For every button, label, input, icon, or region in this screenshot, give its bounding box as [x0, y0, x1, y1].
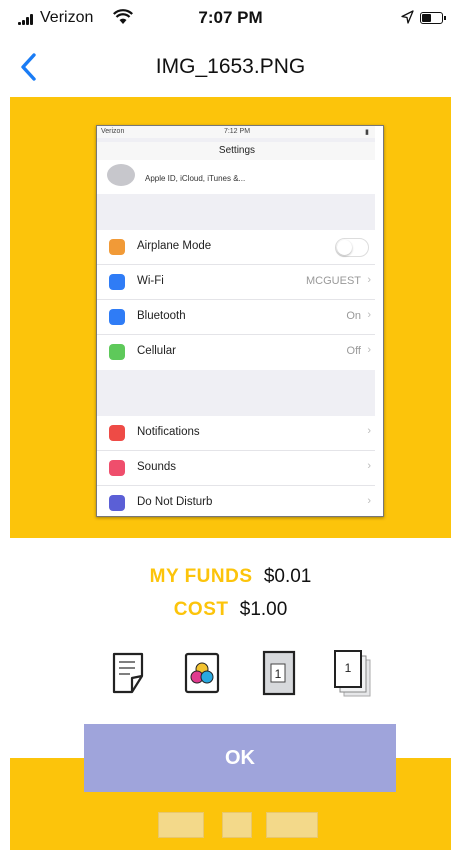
cost-line: COST $1.00	[0, 599, 461, 629]
settings-row: Airplane Mode	[97, 230, 377, 265]
thumbnail-strip	[158, 812, 318, 838]
settings-row: Wi-Fi MCGUEST ›	[97, 265, 377, 300]
settings-row: Sounds ›	[97, 451, 377, 486]
color-print-icon[interactable]	[180, 648, 224, 698]
settings-screenshot: Verizon 7:12 PM ▮ Settings Apple ID, iCl…	[97, 126, 377, 516]
settings-row: Cellular Off ›	[97, 335, 377, 370]
screenshot-profile-row: Apple ID, iCloud, iTunes &...	[97, 160, 377, 194]
location-arrow-icon	[401, 10, 414, 24]
settings-row: Bluetooth On ›	[97, 300, 377, 335]
multiple-copies-icon[interactable]: 1	[330, 648, 374, 698]
settings-row-value: Off	[346, 345, 361, 357]
bluetooth-icon	[109, 309, 125, 325]
settings-row: Do Not Disturb ›	[97, 486, 377, 516]
chevron-right-icon: ›	[367, 495, 371, 507]
screenshot-settings-group-1: Airplane Mode Wi-Fi MCGUEST › Bluetooth On › Ce…	[97, 230, 377, 370]
cost-label: COST	[173, 599, 229, 620]
chevron-right-icon: ›	[367, 274, 371, 286]
chevron-right-icon: ›	[367, 460, 371, 472]
moon-icon	[109, 495, 125, 511]
settings-row-label: Bluetooth	[137, 310, 186, 322]
settings-row: Notifications ›	[97, 416, 377, 451]
notifications-icon	[109, 425, 125, 441]
thumbnail[interactable]	[266, 812, 318, 838]
screenshot-status-bar: Verizon 7:12 PM ▮	[97, 126, 377, 138]
settings-row-label: Sounds	[137, 461, 177, 473]
funds-amount: $0.01	[263, 566, 312, 587]
settings-row-label: Notifications	[137, 426, 200, 438]
status-time: 7:07 PM	[198, 8, 263, 27]
wifi-icon	[109, 274, 125, 290]
settings-row-value: On	[346, 310, 361, 322]
funds-label: MY FUNDS	[149, 566, 253, 587]
speaker-icon	[109, 460, 125, 476]
status-bar: Verizon 7:07 PM	[0, 0, 461, 36]
single-copy-count: 1	[275, 667, 282, 681]
chevron-right-icon: ›	[367, 425, 371, 437]
settings-row-label: Cellular	[137, 345, 176, 357]
settings-row-label: Wi-Fi	[137, 275, 164, 287]
print-options: 1 1	[0, 648, 461, 702]
screenshot-time: 7:12 PM	[223, 128, 251, 135]
screenshot-settings-group-2: Notifications›Sounds›Do Not Disturb›Scre…	[97, 416, 377, 516]
page-title: IMG_1653.PNG	[155, 55, 306, 78]
thumbnail[interactable]	[158, 812, 204, 838]
multiple-copies-count: 1	[345, 661, 352, 675]
ok-button[interactable]: OK	[84, 724, 396, 792]
chevron-right-icon: ›	[367, 344, 371, 356]
airplane-mode-toggle	[335, 238, 369, 257]
settings-row-label: Airplane Mode	[137, 240, 212, 252]
settings-row-label: Do Not Disturb	[137, 496, 213, 508]
paper-size-icon[interactable]	[108, 648, 152, 698]
airplane-icon	[109, 239, 125, 255]
battery-icon	[420, 12, 446, 24]
single-copy-icon[interactable]: 1	[258, 648, 302, 698]
navigation-bar: IMG_1653.PNG	[0, 38, 461, 96]
chevron-right-icon: ›	[367, 309, 371, 321]
screenshot-battery-icon: ▮	[365, 129, 369, 136]
screenshot-image: Verizon 7:12 PM ▮ Settings Apple ID, iCl…	[96, 125, 384, 517]
image-preview: Verizon 7:12 PM ▮ Settings Apple ID, iCl…	[10, 97, 451, 538]
screenshot-edge	[375, 126, 383, 516]
cost-amount: $1.00	[239, 599, 288, 620]
screenshot-title: Settings	[97, 142, 377, 160]
settings-row-value: MCGUEST	[306, 275, 361, 287]
profile-subtitle: Apple ID, iCloud, iTunes &...	[145, 174, 246, 183]
cellular-icon	[109, 344, 125, 360]
avatar	[107, 164, 135, 186]
thumbnail[interactable]	[222, 812, 252, 838]
funds-line: MY FUNDS $0.01	[0, 566, 461, 596]
